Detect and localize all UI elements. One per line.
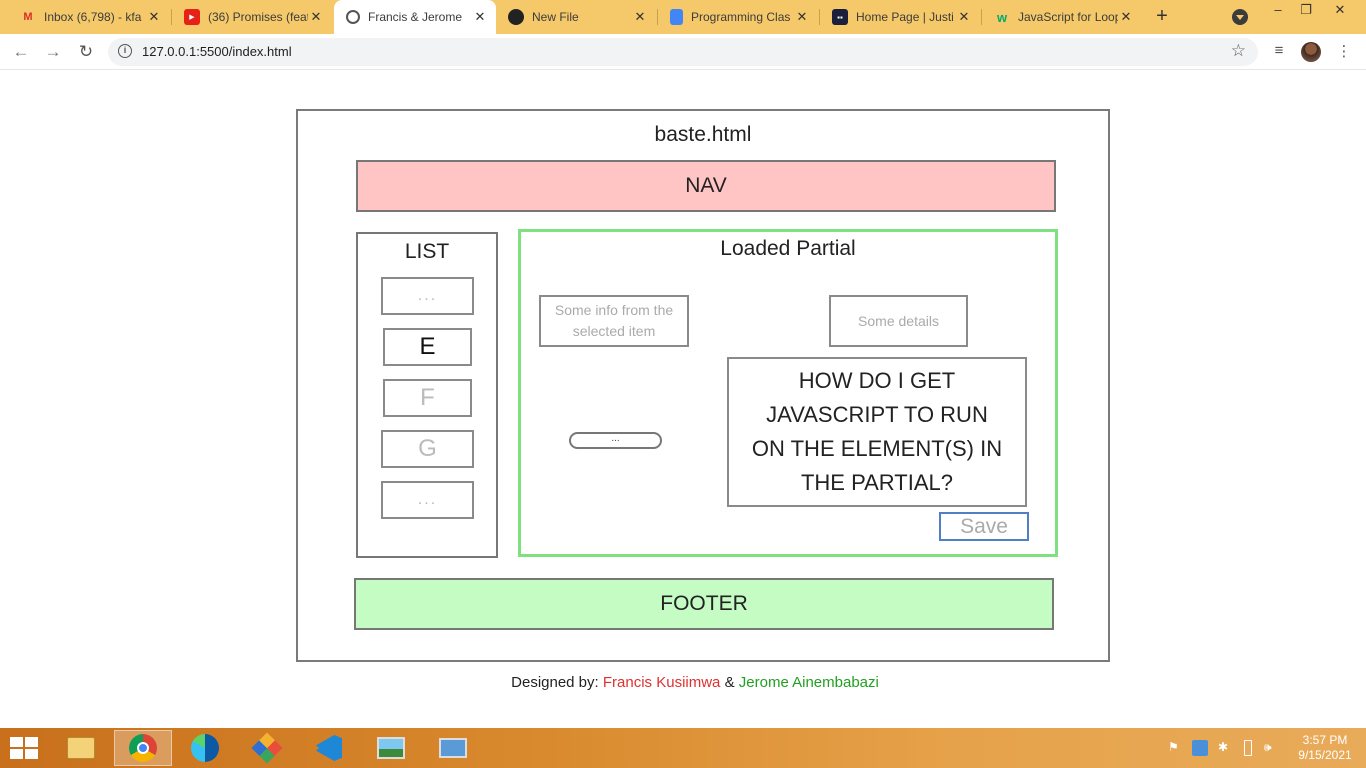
- question-box: HOW DO I GET JAVASCRIPT TO RUN ON THE EL…: [727, 357, 1027, 507]
- battery-icon[interactable]: [1244, 740, 1252, 756]
- tab-title: New File: [532, 10, 579, 24]
- tab-title: Home Page | Justi: [856, 10, 954, 24]
- close-window-icon[interactable]: ✕: [1326, 2, 1354, 22]
- designer-name-jerome: Jerome Ainembabazi: [738, 674, 879, 691]
- close-tab-icon[interactable]: ✕: [1118, 9, 1134, 25]
- bluetooth-icon[interactable]: ✱: [1218, 740, 1228, 756]
- close-tab-icon[interactable]: ✕: [632, 9, 648, 25]
- reading-list-icon[interactable]: ≡: [1269, 42, 1289, 62]
- chrome-icon[interactable]: [114, 730, 172, 766]
- tab-search-icon[interactable]: [1232, 9, 1248, 25]
- vscode-icon[interactable]: [300, 730, 358, 766]
- list-item-selected[interactable]: E: [383, 328, 472, 366]
- tab-title: Inbox (6,798) - kfa: [44, 10, 142, 24]
- tab-gmail[interactable]: M Inbox (6,798) - kfa ✕: [8, 0, 170, 34]
- close-tab-icon[interactable]: ✕: [472, 9, 488, 25]
- browser-toolbar: ← → ↻ i 127.0.0.1:5500/index.html ☆ ≡ ⋮: [0, 34, 1366, 70]
- action-center-flag-icon[interactable]: ⚑: [1168, 740, 1179, 756]
- reload-icon[interactable]: ↻: [75, 41, 97, 63]
- selected-item-info: Some info from the selected item: [539, 295, 689, 347]
- tab-title: Francis & Jerome: [368, 10, 463, 24]
- close-tab-icon[interactable]: ✕: [794, 9, 810, 25]
- tab-francis-jerome[interactable]: Francis & Jerome ✕: [334, 0, 496, 34]
- language-icon[interactable]: [1192, 740, 1208, 756]
- designer-credit: Designed by: Francis Kusiimwa & Jerome A…: [0, 674, 1366, 691]
- browser-tab-strip: M Inbox (6,798) - kfa ✕ ▶ (36) Promises …: [0, 0, 1366, 34]
- tab-title: JavaScript for Loop: [1018, 10, 1118, 24]
- page-title: baste.html: [654, 123, 752, 146]
- close-tab-icon[interactable]: ✕: [146, 9, 162, 25]
- close-tab-icon[interactable]: ✕: [956, 9, 972, 25]
- credit-prefix: Designed by:: [511, 674, 599, 691]
- tab-youtube[interactable]: ▶ (36) Promises (feat ✕: [172, 0, 332, 34]
- restore-icon[interactable]: ❐: [1292, 2, 1320, 22]
- minimize-icon[interactable]: –: [1264, 2, 1292, 22]
- site-info-icon[interactable]: i: [118, 44, 132, 58]
- list-item[interactable]: ...: [381, 277, 474, 315]
- tab-programming-class[interactable]: Programming Clas ✕: [658, 0, 818, 34]
- page-content: baste.html NAV LIST ... E F G ... Loaded…: [0, 70, 1366, 728]
- footer-bar: FOOTER: [354, 578, 1054, 630]
- clock-date: 9/15/2021: [1298, 748, 1352, 762]
- windows-start-icon[interactable]: [8, 736, 40, 760]
- remote-desktop-icon[interactable]: [424, 730, 482, 766]
- address-bar[interactable]: i 127.0.0.1:5500/index.html ☆: [108, 38, 1258, 66]
- github-icon: [508, 9, 524, 25]
- list-item[interactable]: G: [381, 430, 474, 468]
- page-frame: baste.html NAV LIST ... E F G ... Loaded…: [296, 109, 1110, 662]
- file-explorer-icon[interactable]: [52, 730, 110, 766]
- site-icon: ▪▪: [832, 9, 848, 25]
- list-panel: LIST ... E F G ...: [356, 232, 498, 558]
- git-icon[interactable]: [238, 730, 296, 766]
- bookmark-star-icon[interactable]: ☆: [1231, 41, 1246, 61]
- credit-joiner: &: [724, 674, 735, 691]
- list-title: LIST: [404, 240, 450, 263]
- close-tab-icon[interactable]: ✕: [308, 9, 324, 25]
- tab-title: Programming Clas: [691, 10, 791, 24]
- loaded-partial: Loaded Partial Some info from the select…: [518, 229, 1058, 557]
- system-clock[interactable]: 3:57 PM 9/15/2021: [1290, 733, 1360, 763]
- details-box: Some details: [829, 295, 968, 347]
- nav-bar: NAV: [356, 160, 1056, 212]
- profile-avatar[interactable]: [1301, 42, 1321, 62]
- docs-icon: [670, 9, 683, 25]
- volume-icon[interactable]: 🕪: [1264, 740, 1272, 756]
- w3schools-icon: w: [996, 9, 1008, 25]
- windows-taskbar: ⚑ ✱ 🕪 3:57 PM 9/15/2021: [0, 728, 1366, 768]
- new-tab-button[interactable]: +: [1150, 5, 1174, 29]
- partial-title: Loaded Partial: [720, 237, 856, 260]
- pill-button[interactable]: ...: [569, 432, 662, 449]
- edge-icon[interactable]: [176, 730, 234, 766]
- url-text[interactable]: 127.0.0.1:5500/index.html: [142, 44, 292, 59]
- menu-kebab-icon[interactable]: ⋮: [1335, 42, 1353, 62]
- designer-name-francis: Francis Kusiimwa: [602, 674, 721, 691]
- back-arrow-icon[interactable]: ←: [10, 41, 32, 63]
- save-button[interactable]: Save: [939, 512, 1029, 541]
- tab-javascript-loop[interactable]: w JavaScript for Loop ✕: [982, 0, 1142, 34]
- tab-new-file[interactable]: New File ✕: [496, 0, 656, 34]
- tab-title: (36) Promises (feat: [208, 10, 308, 24]
- list-item[interactable]: ...: [381, 481, 474, 519]
- forward-arrow-icon[interactable]: →: [42, 41, 64, 63]
- youtube-icon: ▶: [184, 9, 200, 25]
- globe-icon: [346, 10, 360, 24]
- clock-time: 3:57 PM: [1302, 733, 1348, 747]
- tab-home-page[interactable]: ▪▪ Home Page | Justi ✕: [820, 0, 980, 34]
- gmail-icon: M: [23, 11, 33, 23]
- list-item[interactable]: F: [383, 379, 472, 417]
- photos-icon[interactable]: [362, 730, 420, 766]
